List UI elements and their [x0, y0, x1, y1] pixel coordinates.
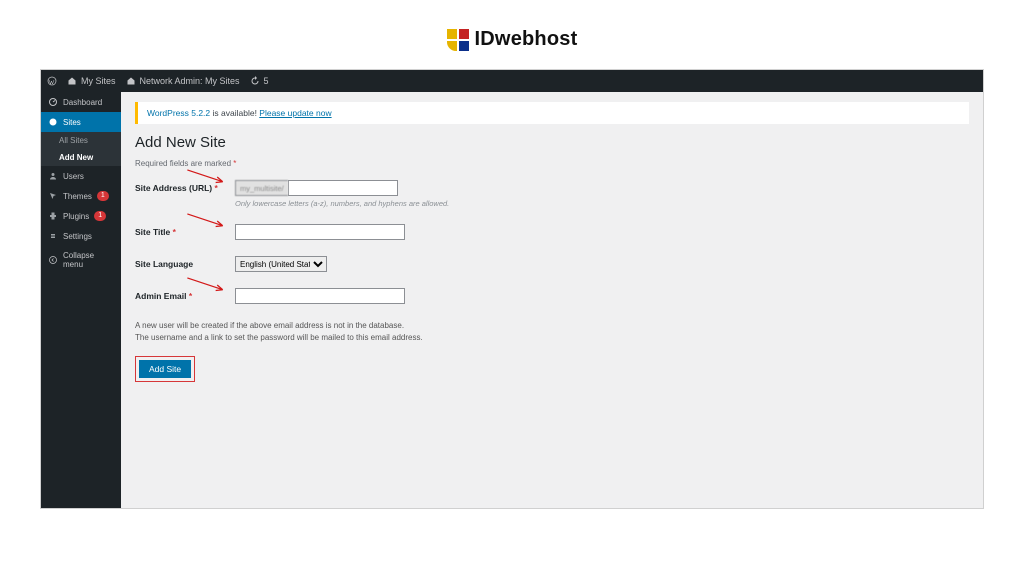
submit-highlight-box: Add Site — [135, 356, 195, 382]
screenshot-frame: My Sites Network Admin: My Sites 5 Dashb… — [40, 69, 984, 509]
page-title: Add New Site — [135, 134, 969, 151]
email-note: A new user will be created if the above … — [135, 320, 969, 344]
sidebar-label: Users — [63, 172, 84, 181]
label-site-address: Site Address (URL) * — [135, 180, 235, 193]
network-admin-menu[interactable]: Network Admin: My Sites — [126, 76, 240, 86]
sidebar-item-settings[interactable]: Settings — [41, 226, 121, 246]
label-site-title: Site Title * — [135, 224, 235, 237]
my-sites-label: My Sites — [81, 76, 116, 86]
sidebar-subitem-all-sites[interactable]: All Sites — [41, 132, 121, 149]
label-admin-email: Admin Email * — [135, 288, 235, 301]
brand-logo-icon — [447, 29, 469, 51]
required-hint: Required fields are marked * — [135, 159, 969, 168]
sidebar-item-users[interactable]: Users — [41, 166, 121, 186]
main-content: WordPress 5.2.2 is available! Please upd… — [121, 92, 983, 508]
url-hint: Only lowercase letters (a-z), numbers, a… — [235, 199, 449, 208]
sidebar-subitem-add-new[interactable]: Add New — [41, 149, 121, 166]
wp-version-link[interactable]: WordPress 5.2.2 — [147, 108, 210, 118]
url-prefix: my_multisite/ — [235, 180, 288, 196]
sidebar-submenu-sites: All Sites Add New — [41, 132, 121, 166]
sidebar-item-sites[interactable]: Sites — [41, 112, 121, 132]
updates-count: 5 — [264, 76, 269, 86]
sidebar-item-themes[interactable]: Themes 1 — [41, 186, 121, 206]
add-site-button[interactable]: Add Site — [139, 360, 191, 378]
wp-logo-icon[interactable] — [47, 76, 57, 86]
sidebar-label: Themes — [63, 192, 92, 201]
update-notice: WordPress 5.2.2 is available! Please upd… — [135, 102, 969, 124]
sidebar-label: Sites — [63, 118, 81, 127]
site-title-input[interactable] — [235, 224, 405, 240]
wp-admin-bar: My Sites Network Admin: My Sites 5 — [41, 70, 983, 92]
themes-badge: 1 — [97, 191, 109, 201]
site-language-select[interactable]: English (United States) — [235, 256, 327, 272]
label-site-language: Site Language — [135, 256, 235, 269]
sidebar-item-plugins[interactable]: Plugins 1 — [41, 206, 121, 226]
plugins-badge: 1 — [94, 211, 106, 221]
brand-text: IDwebhost — [475, 28, 578, 51]
sidebar-item-dashboard[interactable]: Dashboard — [41, 92, 121, 112]
brand-header: IDwebhost — [0, 0, 1024, 69]
updates-icon[interactable]: 5 — [250, 76, 269, 86]
notice-text: is available! — [210, 108, 259, 118]
site-address-input[interactable] — [288, 180, 398, 196]
sidebar-label: Collapse menu — [63, 251, 114, 269]
network-admin-label: Network Admin: My Sites — [140, 76, 240, 86]
sidebar-collapse[interactable]: Collapse menu — [41, 246, 121, 274]
admin-sidebar: Dashboard Sites All Sites Add New Users … — [41, 92, 121, 508]
update-now-link[interactable]: Please update now — [259, 108, 331, 118]
sidebar-label: Settings — [63, 232, 92, 241]
sidebar-label: Plugins — [63, 212, 89, 221]
sidebar-label: Dashboard — [63, 98, 102, 107]
admin-email-input[interactable] — [235, 288, 405, 304]
my-sites-menu[interactable]: My Sites — [67, 76, 116, 86]
